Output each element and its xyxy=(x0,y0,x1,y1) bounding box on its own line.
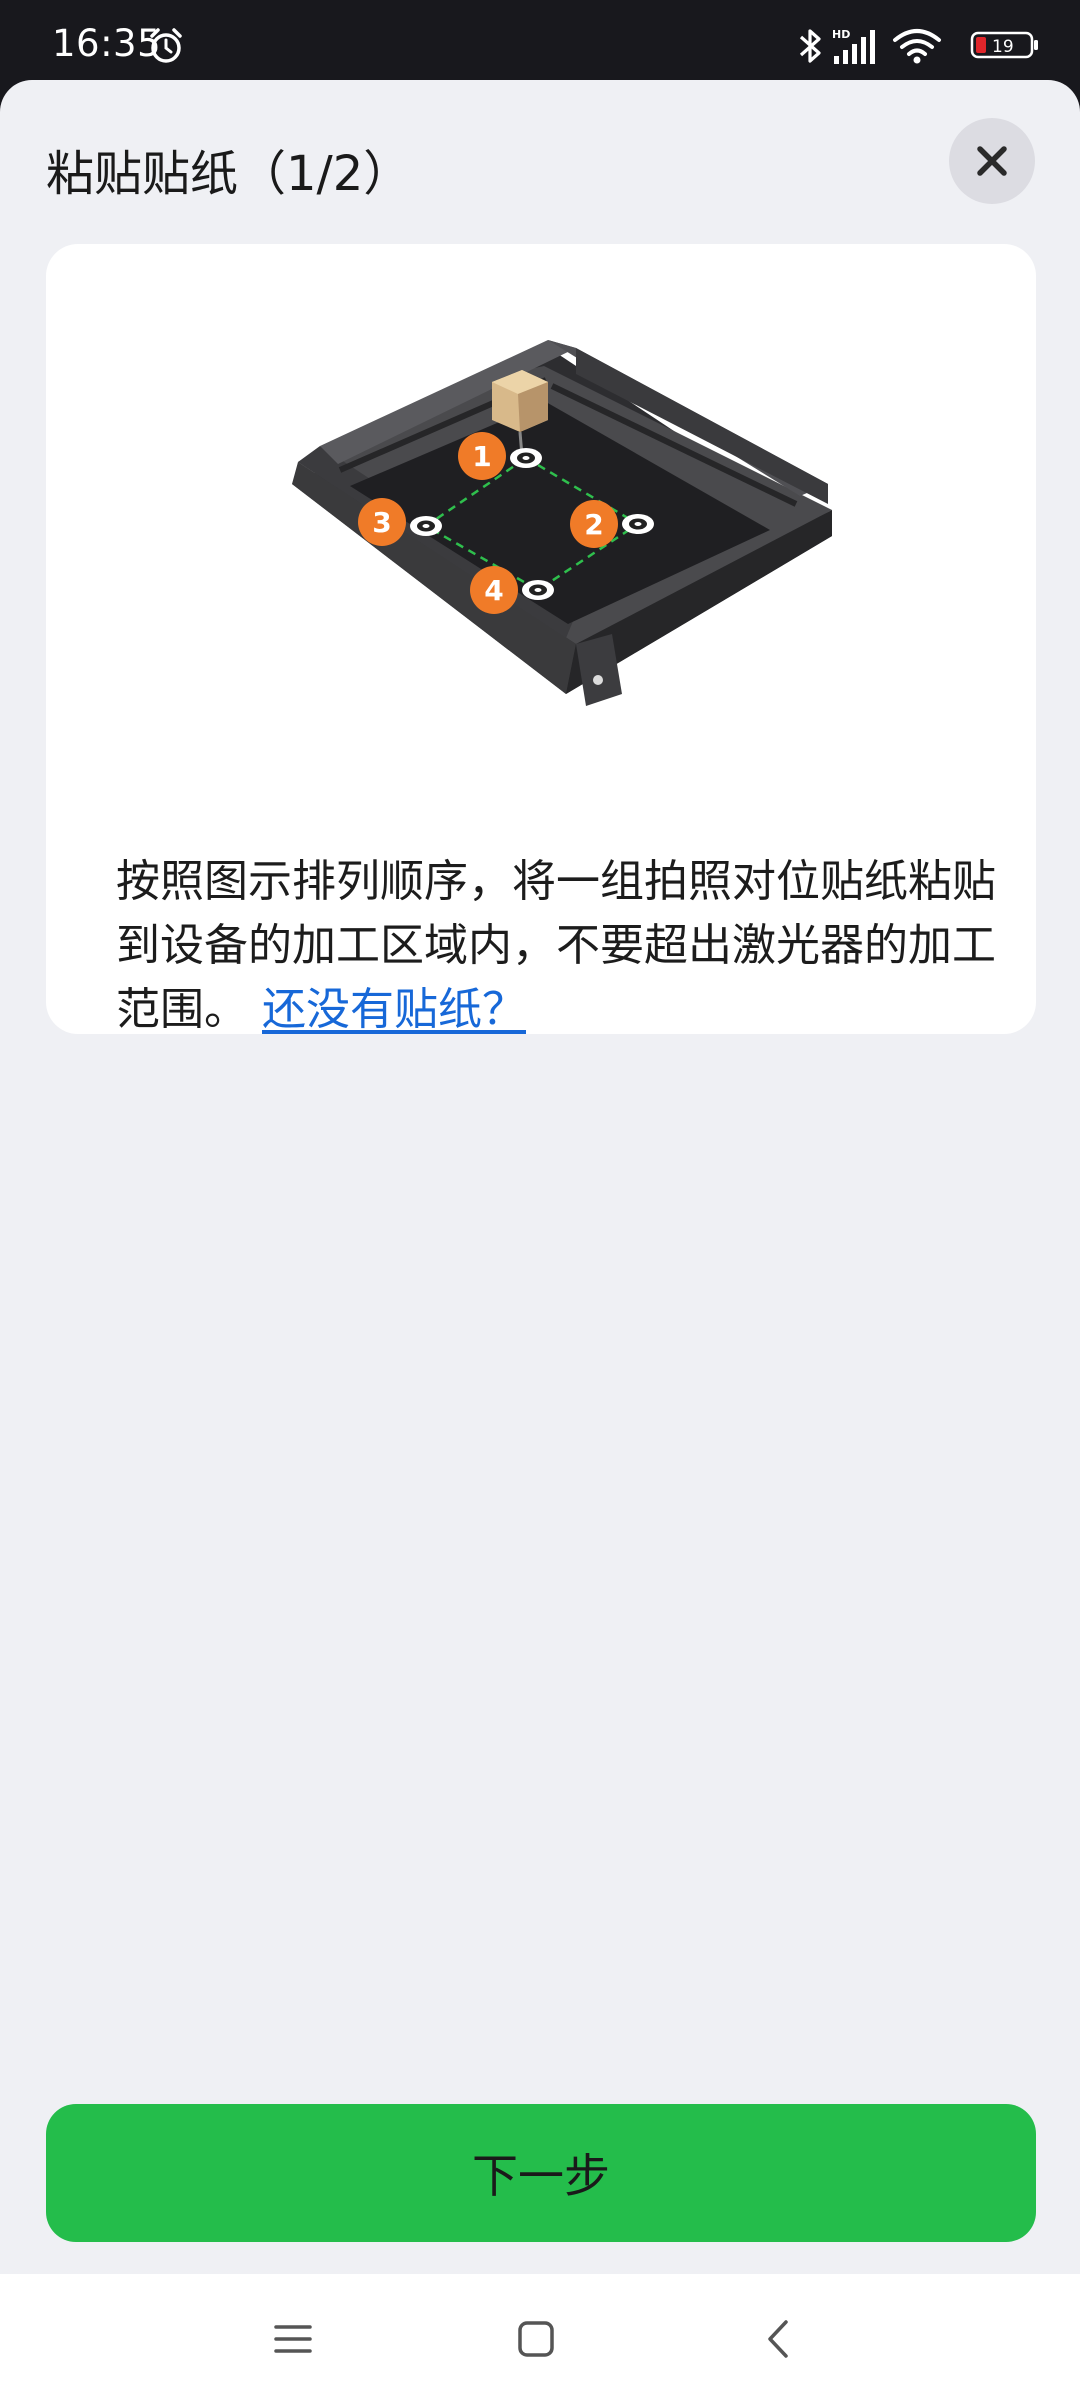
next-step-button[interactable]: 下一步 xyxy=(46,2104,1036,2242)
wifi-icon xyxy=(893,29,941,64)
target-1 xyxy=(510,448,542,468)
target-3 xyxy=(410,516,442,536)
close-button[interactable] xyxy=(949,118,1035,204)
bluetooth-icon xyxy=(799,29,821,63)
status-icons: HD 19 xyxy=(740,22,1040,64)
svg-text:4: 4 xyxy=(484,574,503,607)
network-label: HD xyxy=(832,28,850,41)
dialog-title: 粘贴贴纸（1/2） xyxy=(46,146,412,202)
battery-level: 19 xyxy=(992,37,1014,57)
menu-icon[interactable] xyxy=(268,2314,318,2364)
bottom-sheet: 粘贴贴纸（1/2） 1 2 3 4 按照图示排列顺序，将一组拍照对位贴纸粘贴到设… xyxy=(0,80,1080,2400)
marker-4: 4 xyxy=(470,566,518,614)
alarm-clock-icon xyxy=(150,28,182,63)
instruction-text: 按照图示排列顺序，将一组拍照对位贴纸粘贴到设备的加工区域内，不要超出激光器的加工… xyxy=(116,856,996,1035)
svg-text:1: 1 xyxy=(472,440,491,473)
marker-3: 3 xyxy=(358,498,406,546)
no-stickers-link[interactable]: 还没有贴纸？ xyxy=(262,984,526,1035)
system-nav-bar xyxy=(0,2274,1080,2400)
instruction-card: 1 2 3 4 按照图示排列顺序，将一组拍照对位贴纸粘贴到设备的加工区域内，不要… xyxy=(46,244,1036,1035)
cellular-signal-icon: HD xyxy=(832,28,875,64)
status-time: 16:35 xyxy=(52,22,162,65)
status-bar: 16:35 HD 19 xyxy=(0,0,1080,80)
target-4 xyxy=(522,580,554,600)
marker-1: 1 xyxy=(458,432,506,480)
home-square-icon[interactable] xyxy=(511,2314,561,2364)
battery-icon: 19 xyxy=(970,31,1038,59)
close-icon xyxy=(977,146,1007,176)
target-2 xyxy=(622,514,654,534)
svg-text:2: 2 xyxy=(584,508,603,541)
instruction-paragraph: 按照图示排列顺序，将一组拍照对位贴纸粘贴到设备的加工区域内，不要超出激光器的加工… xyxy=(116,850,996,1042)
laser-device-illustration: 1 2 3 4 xyxy=(292,340,832,706)
marker-2: 2 xyxy=(570,500,618,548)
svg-text:3: 3 xyxy=(372,506,391,539)
back-chevron-icon[interactable] xyxy=(755,2314,805,2364)
